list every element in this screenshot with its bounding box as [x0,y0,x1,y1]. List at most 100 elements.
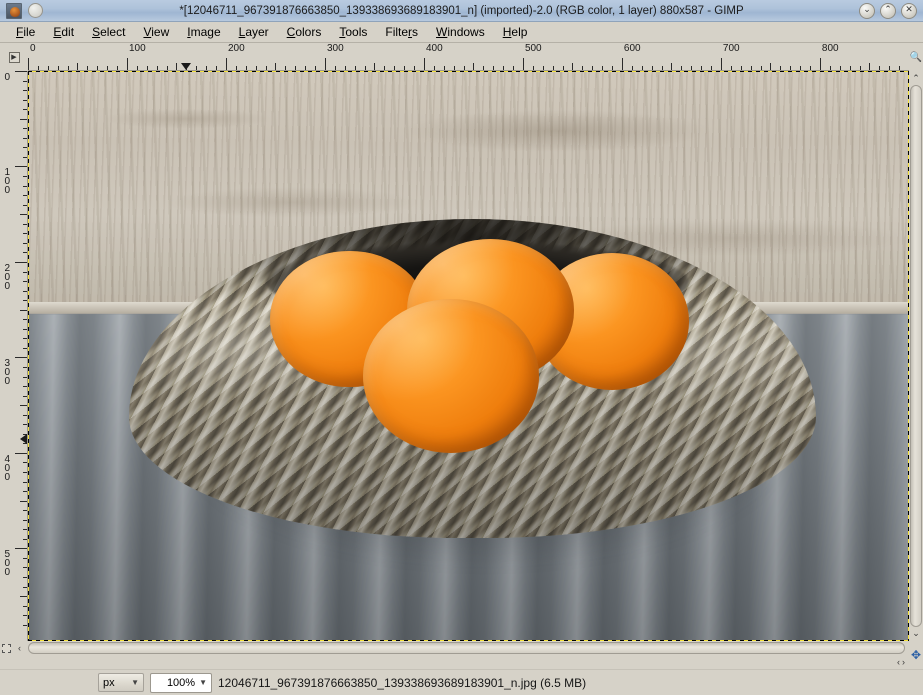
zoom-follow-window-button[interactable]: 🔍 [909,43,923,71]
ruler-tick [790,66,792,70]
ruler-label: 500 [524,43,542,54]
ruler-tick [542,66,544,70]
ruler-tick [730,66,732,70]
zoom-image-icon: 🔍 [909,51,923,63]
ruler-label: 200 [227,43,245,54]
navigation-preview-button[interactable]: ✥ [909,641,923,669]
ruler-tick [20,118,27,120]
scroll-down-arrow-icon[interactable]: ⌄ [910,627,923,640]
horizontal-scrollbar-row: ‹ [0,641,909,655]
quick-mask-toggle[interactable] [0,642,13,655]
ruler-tick [463,66,465,70]
menu-help[interactable]: Help [495,23,536,41]
menu-select[interactable]: Select [84,23,133,41]
menu-windows[interactable]: Windows [428,23,493,41]
ruler-tick [235,66,237,70]
ruler-tick [344,66,346,70]
menu-edit[interactable]: Edit [45,23,82,41]
menu-view[interactable]: View [135,23,177,41]
ruler-tick [503,66,505,70]
ruler-tick [483,66,485,70]
ruler-tick [156,66,158,70]
ruler-tick [23,204,27,206]
ruler-tick [889,66,891,70]
menu-filters[interactable]: Filters [377,23,426,41]
scroll-left-arrow-icon[interactable]: ‹ [13,642,26,655]
horizontal-scroll-thumb[interactable] [28,642,905,654]
menu-colors-label: olors [295,25,322,39]
ruler-tick [612,66,614,70]
minimize-button[interactable]: ⌄ [859,2,875,19]
ruler-tick [295,66,297,70]
ruler-tick [23,395,27,397]
ruler-tick [364,66,366,70]
ruler-tick [216,66,218,70]
scroll-left-arrow-icon-2[interactable]: ‹ [897,657,900,667]
menu-edit-label: dit [61,25,75,39]
ruler-tick [414,66,416,70]
ruler-tick [136,66,138,70]
ruler-tick [23,519,27,521]
ruler-tick [23,586,27,588]
ruler-tick [23,147,27,149]
ruler-tick [15,357,27,359]
ruler-tick [354,66,356,70]
ruler-tick [23,195,27,197]
origin-arrow-icon: ▶ [8,51,20,63]
zoom-selector[interactable]: 100% ▼ [150,672,212,693]
ruler-tick [275,63,277,70]
ruler-tick [423,58,425,70]
ruler-tick [23,376,27,378]
ruler-tick [711,66,713,70]
ruler-tick [651,66,653,70]
close-button[interactable]: ✕ [901,2,917,19]
menu-file[interactable]: File [8,23,43,41]
ruler-label: 500 [4,549,10,579]
ruler-tick [453,66,455,70]
ruler-tick [176,63,178,70]
unit-selector[interactable]: px ▼ [98,673,144,692]
menu-tools[interactable]: Tools [331,23,375,41]
ruler-tick [265,66,267,70]
window-menu-button[interactable] [28,3,43,18]
vertical-scroll-thumb[interactable] [910,85,922,627]
ruler-tick [23,462,27,464]
menubar: File Edit Select View Image Layer Colors… [0,22,923,43]
ruler-tick [23,128,27,130]
ruler-tick [23,577,27,579]
ruler-label: 600 [623,43,641,54]
menu-colors[interactable]: Colors [279,23,330,41]
ruler-tick [23,137,27,139]
horizontal-ruler[interactable]: 0 100 200 300 400 500 600 700 800 [28,43,909,71]
ruler-tick [532,66,534,70]
menu-file-label: ile [23,25,36,39]
menu-layer[interactable]: Layer [231,23,277,41]
image-canvas[interactable] [28,71,909,641]
ruler-tick [473,63,475,70]
ruler-tick [23,109,27,111]
horizontal-cursor-marker [181,63,192,70]
menu-image[interactable]: Image [179,23,228,41]
ruler-tick [23,271,27,273]
ruler-tick [117,66,119,70]
menu-filters-label: Filte [385,25,409,39]
ruler-tick [23,156,27,158]
ruler-tick [146,66,148,70]
vertical-ruler[interactable]: 0 100 200 300 400 500 [0,71,28,641]
scroll-right-arrow-icon[interactable]: › [902,657,905,667]
ruler-tick [15,548,27,550]
ruler-origin-button[interactable]: ▶ [0,43,28,71]
ruler-tick [57,66,59,70]
ruler-tick [592,66,594,70]
ruler-tick [701,66,703,70]
ruler-tick [443,66,445,70]
ruler-tick [23,185,27,187]
ruler-tick [23,290,27,292]
ruler-tick [23,472,27,473]
vertical-scrollbar[interactable]: ⌃ ⌄ [909,71,923,641]
ruler-tick [384,66,386,70]
scroll-up-arrow-icon[interactable]: ⌃ [910,72,923,85]
ruler-label: 700 [722,43,740,54]
ruler-tick [196,66,198,70]
maximize-button[interactable]: ⌃ [880,2,896,19]
